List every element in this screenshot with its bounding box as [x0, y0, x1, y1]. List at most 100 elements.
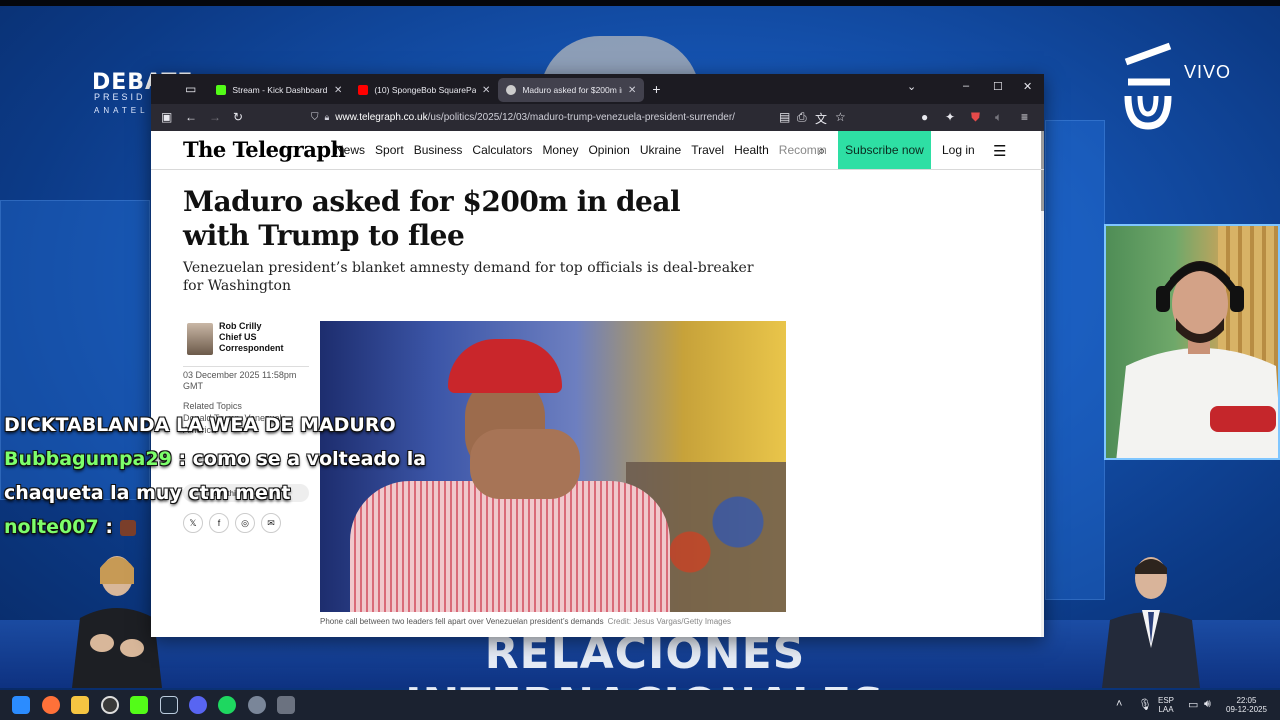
- sidebar-icon[interactable]: ▣: [161, 110, 172, 124]
- background-screen-panel: [1045, 120, 1105, 600]
- nav-link[interactable]: Calculators: [472, 143, 532, 157]
- photo-heart-hands: [470, 429, 580, 499]
- photo-credit: Credit: Jesus Vargas/Getty Images: [607, 617, 732, 626]
- photo-caption: Phone call between two leaders fell apar…: [320, 617, 731, 626]
- ublock-icon[interactable]: ⛊: [971, 110, 980, 125]
- clock-date: 09-12-2025: [1226, 705, 1267, 714]
- url-host: www.telegraph.co.uk: [335, 112, 428, 123]
- nav-link[interactable]: News: [335, 143, 365, 157]
- chat-text: DICKTABLANDA LA WEA DE MADURO: [4, 414, 396, 436]
- chat-username: nolte007: [4, 516, 99, 538]
- tab-label: (10) SpongeBob SquarePan: [374, 85, 476, 95]
- author-block: Rob Crilly Chief US Correspondent: [219, 321, 284, 354]
- live-label: VIVO: [1184, 62, 1232, 82]
- tab-overflow-icon[interactable]: ⌄: [907, 80, 916, 93]
- kick-icon[interactable]: [130, 696, 148, 714]
- close-icon[interactable]: ✕: [328, 85, 342, 96]
- tab-kick-dashboard[interactable]: Stream - Kick Dashboard ✕: [208, 78, 350, 102]
- login-link[interactable]: Log in: [942, 143, 975, 157]
- tab-spongebob[interactable]: (10) SpongeBob SquarePan ✕: [350, 78, 498, 102]
- subscribe-button[interactable]: Subscribe now: [838, 131, 931, 169]
- telegraph-icon: [506, 85, 517, 95]
- windows-start-icon[interactable]: [12, 696, 30, 714]
- obs-icon[interactable]: [101, 696, 119, 714]
- publish-date: 03 December 2025 11:58pm GMT: [183, 366, 309, 392]
- network-icon[interactable]: ▭: [1188, 698, 1198, 711]
- top-black-bar: [0, 0, 1280, 6]
- show-hidden-icons-icon[interactable]: ˄: [1116, 698, 1122, 710]
- chilevision-logo-icon: [1124, 42, 1172, 130]
- language-indicator[interactable]: ESP LAA: [1158, 696, 1174, 714]
- nav-links: News Sport Business Calculators Money Op…: [335, 143, 827, 157]
- close-icon[interactable]: ✕: [476, 85, 490, 96]
- translate-icon[interactable]: 文: [815, 110, 827, 127]
- reload-icon[interactable]: ↻: [233, 110, 243, 124]
- clock[interactable]: 22:05 09-12-2025: [1226, 696, 1267, 714]
- new-tab-button[interactable]: +: [652, 81, 660, 97]
- forward-arrow-icon[interactable]: →: [209, 110, 221, 124]
- page-scrollbar[interactable]: [1041, 131, 1044, 637]
- chat-text: : como se a volteado la: [171, 448, 427, 470]
- youtube-icon: [358, 85, 369, 95]
- chat-text: :: [98, 516, 120, 538]
- reader-view-icon[interactable]: ▤: [779, 110, 790, 124]
- microphone-icon[interactable]: 🎙︎: [1138, 698, 1152, 711]
- chat-username: Bubbagumpa29: [4, 448, 172, 470]
- tab-label: Stream - Kick Dashboard: [232, 85, 328, 95]
- extensions-puzzle-icon[interactable]: ✦: [945, 110, 955, 124]
- nav-link[interactable]: Travel: [691, 143, 724, 157]
- nav-link[interactable]: Money: [542, 143, 578, 157]
- streamer-webcam: [1104, 224, 1280, 460]
- spotify-icon[interactable]: [218, 696, 236, 714]
- shield-icon[interactable]: ⛉: [311, 112, 319, 123]
- navigation-toolbar: ▣ ← → ↻ ⛉ 🔒︎ www.telegraph.co.uk/us/poli…: [151, 104, 1044, 131]
- chat-message: DICKTABLANDA LA WEA DE MADURO: [4, 408, 426, 442]
- chat-text: chaqueta la muy ctm ment: [4, 482, 291, 504]
- close-icon[interactable]: ✕: [622, 85, 636, 96]
- settings-icon[interactable]: [248, 696, 266, 714]
- download-page-icon[interactable]: ⎙: [797, 110, 807, 125]
- chat-message: Bubbagumpa29 : como se a volteado la: [4, 442, 426, 476]
- article-headline: Maduro asked for $200m in deal with Trum…: [183, 185, 681, 252]
- stream-chat-overlay: DICKTABLANDA LA WEA DE MADURO Bubbagumpa…: [4, 408, 426, 544]
- nav-link[interactable]: Health: [734, 143, 769, 157]
- tab-telegraph-article[interactable]: Maduro asked for $200m in de ✕: [498, 78, 645, 102]
- chat-message: chaqueta la muy ctm ment: [4, 476, 426, 510]
- volume-icon[interactable]: 🔊︎: [1204, 698, 1211, 711]
- caption-text: Phone call between two leaders fell apar…: [320, 617, 604, 626]
- search-icon[interactable]: ⌕: [818, 143, 825, 159]
- calculator-icon[interactable]: [277, 696, 295, 714]
- language-code: ESP: [1158, 696, 1175, 705]
- file-explorer-icon[interactable]: [71, 696, 89, 714]
- author-name[interactable]: Rob Crilly: [219, 321, 284, 332]
- back-arrow-icon[interactable]: ←: [185, 110, 197, 124]
- app-menu-icon[interactable]: ≡: [1021, 110, 1028, 124]
- mute-icon[interactable]: 🔈︎: [995, 110, 1002, 125]
- telegraph-nav: The Telegraph News Sport Business Calcul…: [151, 131, 1044, 170]
- maximize-button[interactable]: ☐: [993, 80, 1003, 93]
- minimize-button[interactable]: –: [963, 80, 969, 92]
- hamburger-menu-icon[interactable]: ☰: [993, 142, 1006, 160]
- firefox-icon[interactable]: [42, 696, 60, 714]
- tab-list-icon[interactable]: ▭: [185, 82, 196, 96]
- author-role: Correspondent: [219, 343, 284, 353]
- extension-icon[interactable]: ●: [921, 110, 928, 124]
- nav-link[interactable]: Sport: [375, 143, 404, 157]
- telegraph-logo[interactable]: The Telegraph: [183, 137, 346, 162]
- lock-icon[interactable]: 🔒︎: [325, 112, 330, 123]
- bookmark-star-icon[interactable]: ☆: [835, 110, 846, 124]
- discord-icon[interactable]: [189, 696, 207, 714]
- nav-link[interactable]: Opinion: [588, 143, 629, 157]
- article-standfirst: Venezuelan president’s blanket amnesty d…: [183, 260, 754, 294]
- chat-message: nolte007 :: [4, 510, 426, 544]
- close-window-button[interactable]: ✕: [1023, 80, 1032, 93]
- nav-link[interactable]: Ukraine: [640, 143, 681, 157]
- keyboard-layout: LAA: [1158, 705, 1174, 714]
- steam-icon[interactable]: [160, 696, 178, 714]
- streamer-figure: [1116, 261, 1278, 458]
- webpage: The Telegraph News Sport Business Calcul…: [151, 131, 1044, 637]
- tab-strip: ▭ Stream - Kick Dashboard ✕ (10) SpongeB…: [151, 74, 1044, 104]
- author-avatar[interactable]: [187, 323, 213, 355]
- url-path: /us/politics/2025/12/03/maduro-trump-ven…: [427, 112, 735, 123]
- nav-link[interactable]: Business: [414, 143, 463, 157]
